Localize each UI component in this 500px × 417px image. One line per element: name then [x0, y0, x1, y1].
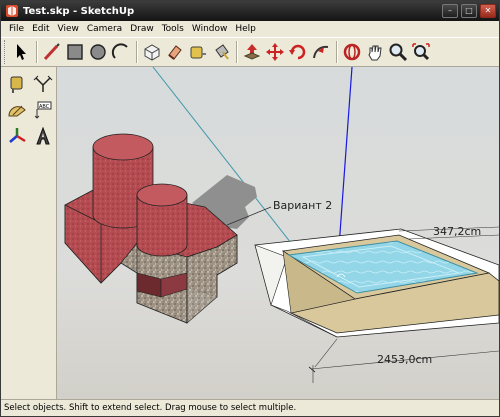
- arc-tool-icon: [111, 43, 128, 59]
- pool: [254, 228, 499, 338]
- drawing-canvas[interactable]: Вариант 2 347,2cm 2453,0cm: [57, 67, 499, 399]
- menu-camera[interactable]: Camera: [83, 24, 126, 34]
- paint-bucket-button[interactable]: [210, 40, 232, 64]
- rectangle-tool-button[interactable]: [64, 40, 86, 64]
- follow-me-button[interactable]: [310, 40, 332, 64]
- circle-tool-icon: [90, 44, 106, 60]
- rotate-tool-button[interactable]: [287, 40, 309, 64]
- protractor-tool-button[interactable]: [5, 98, 29, 122]
- menu-draw[interactable]: Draw: [126, 24, 158, 34]
- line-tool-button[interactable]: [41, 40, 63, 64]
- zoom-extents-icon: [412, 43, 430, 61]
- make-component-icon: [144, 44, 160, 61]
- move-tool-button[interactable]: [264, 40, 286, 64]
- tape-measure-icon: [190, 46, 206, 59]
- window-title: Test.skp - SketchUp: [23, 5, 135, 17]
- minimize-button[interactable]: –: [442, 4, 458, 18]
- eraser-tool-button[interactable]: [164, 40, 186, 64]
- tape-measure-icon: [10, 76, 23, 93]
- main-toolbar: [1, 37, 499, 67]
- rotate-tool-icon: [289, 44, 306, 60]
- tape-measure-button[interactable]: [187, 40, 209, 64]
- menu-help[interactable]: Help: [231, 24, 260, 34]
- menu-window[interactable]: Window: [188, 24, 232, 34]
- select-tool-button[interactable]: [10, 40, 32, 64]
- orbit-tool-button[interactable]: [341, 40, 363, 64]
- status-bar: Select objects. Shift to extend select. …: [1, 399, 499, 416]
- variant-label[interactable]: Вариант 2: [273, 199, 332, 212]
- menu-file[interactable]: File: [5, 24, 28, 34]
- follow-me-icon: [313, 45, 329, 59]
- make-component-button[interactable]: [141, 40, 163, 64]
- tape-measure-side-button[interactable]: [5, 72, 29, 96]
- dimension-tool-icon: [33, 75, 53, 92]
- axis-line-blue: [338, 67, 353, 248]
- pan-tool-button[interactable]: [364, 40, 386, 64]
- line-tool-icon: [43, 43, 60, 61]
- short-cylinder: [136, 183, 188, 257]
- maximize-button[interactable]: □: [461, 4, 477, 18]
- rectangle-tool-icon: [67, 44, 83, 60]
- protractor-icon: [8, 105, 26, 117]
- svg-text:ABC: ABC: [39, 104, 50, 110]
- sketchup-window: Test.skp - SketchUp – □ ✕ File Edit View…: [0, 0, 500, 417]
- arc-tool-button[interactable]: [110, 40, 132, 64]
- orbit-tool-icon: [343, 43, 361, 61]
- zoom-extents-button[interactable]: [410, 40, 432, 64]
- toolbar-separator: [236, 41, 238, 63]
- toolbar-grip[interactable]: [4, 40, 7, 64]
- toolbar-separator: [336, 41, 338, 63]
- dimension-length-label[interactable]: 2453,0cm: [377, 353, 432, 366]
- 3d-scene: Вариант 2 347,2cm 2453,0cm: [64, 67, 499, 383]
- push-pull-icon: [243, 44, 261, 60]
- eraser-tool-icon: [168, 45, 182, 60]
- circle-tool-button[interactable]: [87, 40, 109, 64]
- left-toolbar: ABC: [1, 67, 57, 399]
- toolbar-separator: [36, 41, 38, 63]
- select-tool-icon: [17, 44, 26, 60]
- toolbar-separator: [136, 41, 138, 63]
- dimension-width-label[interactable]: 347,2cm: [433, 225, 481, 238]
- status-text: Select objects. Shift to extend select. …: [4, 403, 297, 413]
- menu-view[interactable]: View: [54, 24, 83, 34]
- 3d-text-tool-button[interactable]: [31, 124, 55, 148]
- sketchup-app-icon: [6, 5, 18, 17]
- dimension-tool-button[interactable]: [31, 72, 55, 96]
- close-button[interactable]: ✕: [480, 4, 496, 18]
- title-bar[interactable]: Test.skp - SketchUp – □ ✕: [1, 1, 499, 21]
- paint-bucket-icon: [215, 44, 229, 60]
- move-tool-icon: [266, 43, 284, 61]
- push-pull-button[interactable]: [241, 40, 263, 64]
- menu-tools[interactable]: Tools: [158, 24, 188, 34]
- menu-edit[interactable]: Edit: [28, 24, 53, 34]
- menu-bar: File Edit View Camera Draw Tools Window …: [1, 21, 499, 37]
- pan-tool-icon: [368, 45, 382, 61]
- text-tool-icon: ABC: [34, 101, 52, 119]
- axes-tool-icon: [9, 128, 26, 143]
- 3d-text-icon: [36, 126, 50, 145]
- text-tool-button[interactable]: ABC: [31, 98, 55, 122]
- zoom-tool-icon: [389, 43, 408, 62]
- axes-tool-button[interactable]: [5, 124, 29, 148]
- zoom-tool-button[interactable]: [387, 40, 409, 64]
